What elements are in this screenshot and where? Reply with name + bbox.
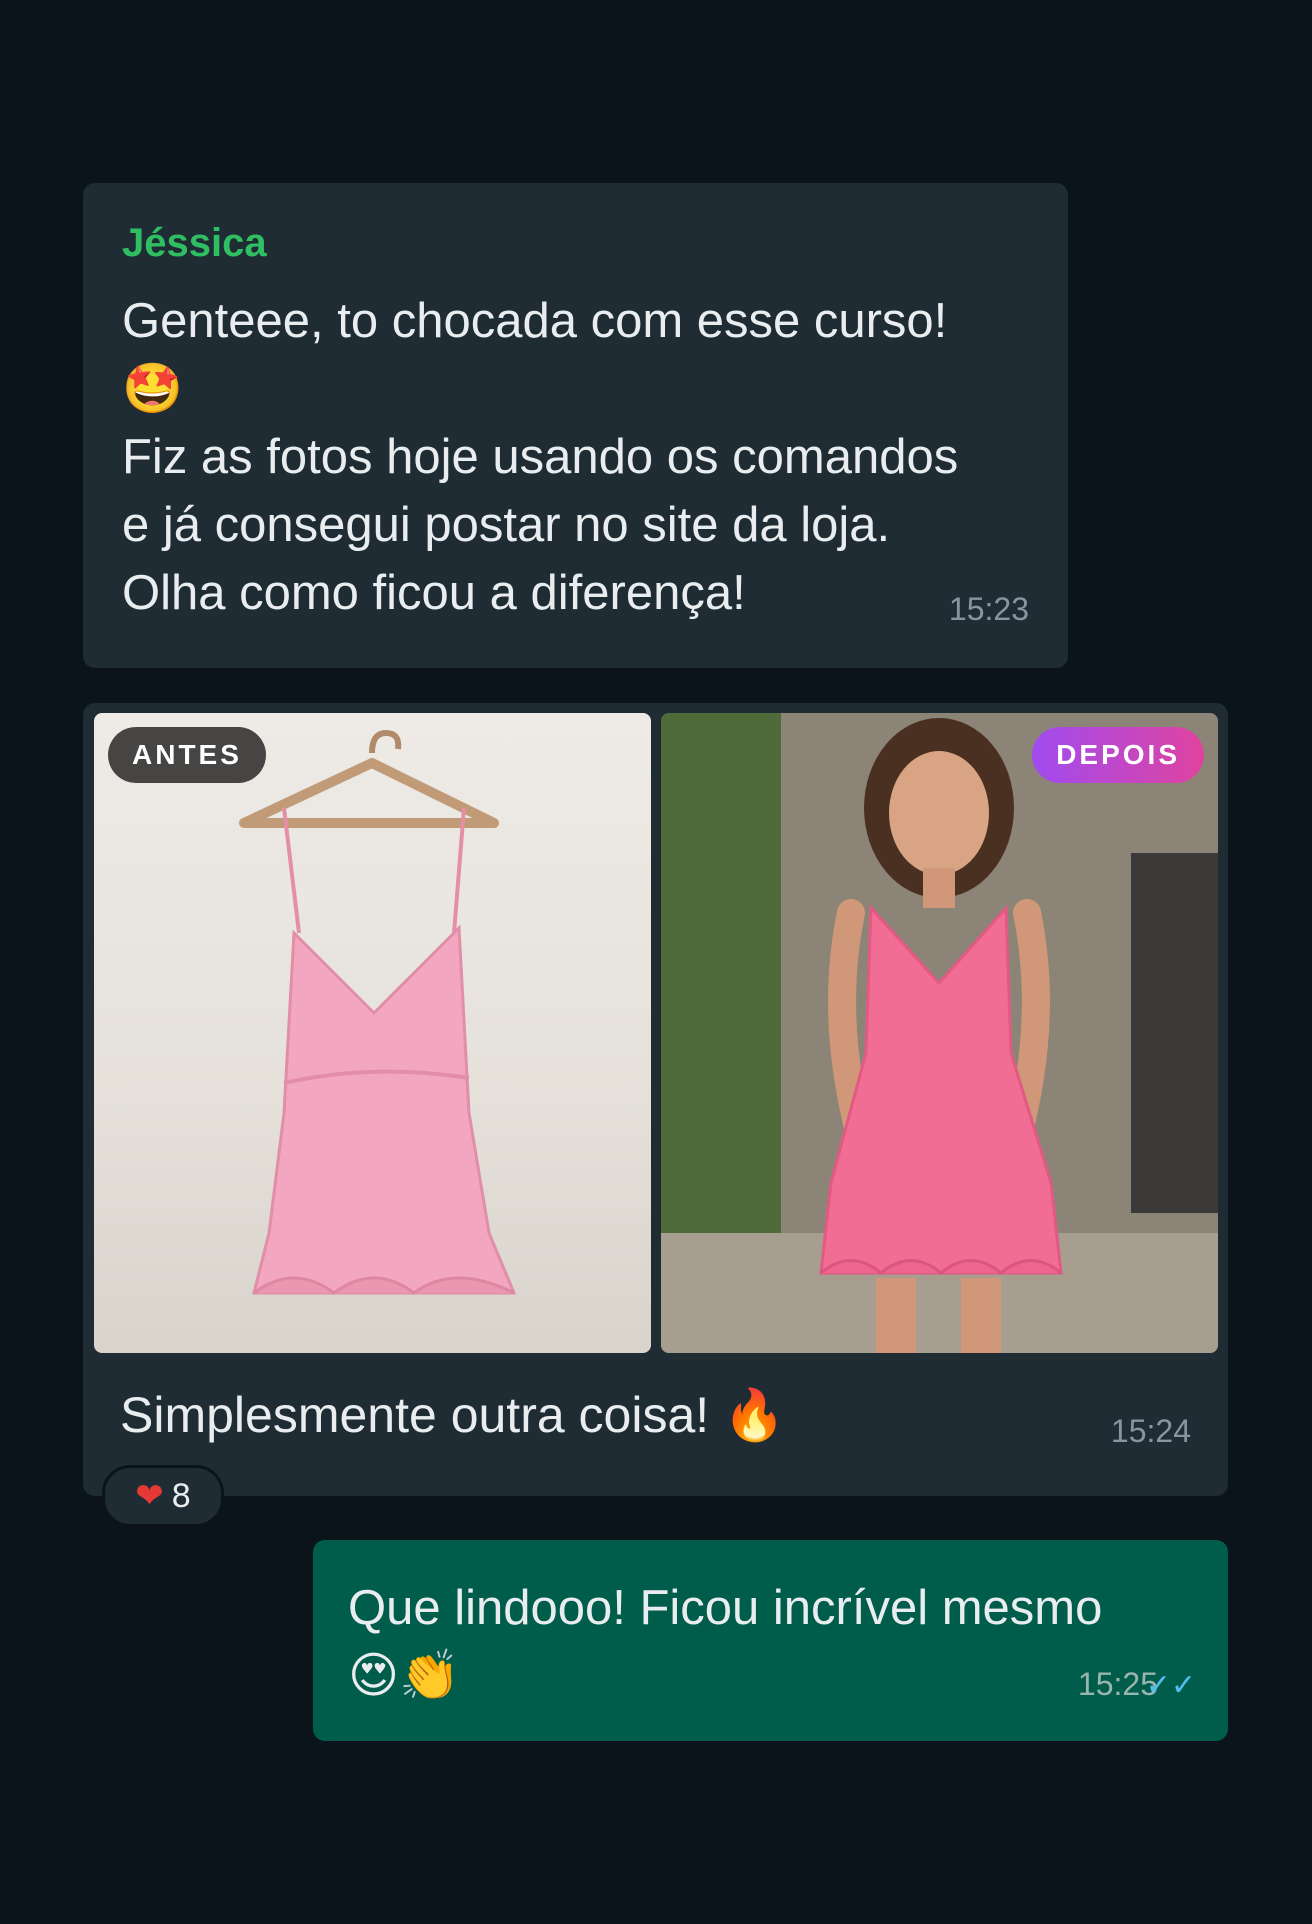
- after-label: DEPOIS: [1032, 727, 1204, 783]
- reaction-badge[interactable]: ❤ 8: [102, 1465, 224, 1527]
- outgoing-message-bubble[interactable]: Que lindooo! Ficou incrível mesmo 😍👏 15:…: [313, 1540, 1228, 1741]
- message-timestamp: 15:24: [1110, 1413, 1191, 1449]
- message-text: Genteee, to chocada com esse curso! 🤩 Fi…: [122, 287, 1022, 627]
- heart-icon: ❤: [135, 1477, 164, 1515]
- message-line: Que lindooo! Ficou incrível mesmo: [348, 1581, 1103, 1635]
- message-line: Fiz as fotos hoje usando os comandos: [122, 430, 959, 484]
- star-struck-emoji: 🤩: [122, 362, 184, 416]
- reaction-count: 8: [171, 1477, 191, 1515]
- model-in-pink-dress-image: [661, 713, 1218, 1353]
- message-line: Genteee, to chocada com esse curso!: [122, 294, 948, 348]
- read-receipt-icon: ✓✓: [1145, 1669, 1196, 1702]
- incoming-message-bubble[interactable]: Jéssica Genteee, to chocada com esse cur…: [83, 183, 1068, 668]
- message-line: Olha como ficou a diferença!: [122, 566, 746, 620]
- message-line: e já consegui postar no site da loja.: [122, 498, 891, 552]
- image-caption: Simplesmente outra coisa! 🔥: [120, 1387, 786, 1443]
- sender-name[interactable]: Jéssica: [122, 221, 267, 266]
- before-label: ANTES: [108, 727, 266, 783]
- incoming-image-message[interactable]: ANTES DEPOIS Simplesmente outra coisa! 🔥…: [83, 703, 1228, 1496]
- pink-dress-on-hanger-image: [239, 729, 517, 1295]
- message-timestamp: 15:23: [948, 591, 1029, 627]
- heart-eyes-clap-emoji: 😍👏: [348, 1649, 461, 1703]
- after-photo[interactable]: DEPOIS: [661, 713, 1218, 1353]
- before-photo[interactable]: ANTES: [94, 713, 651, 1353]
- message-text: Que lindooo! Ficou incrível mesmo 😍👏: [348, 1574, 1168, 1710]
